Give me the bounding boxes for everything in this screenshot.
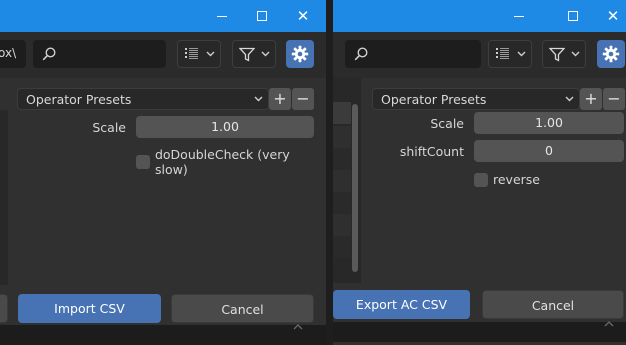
chevron-down-icon <box>206 51 214 57</box>
search-icon <box>42 47 56 61</box>
directory-path-text: ox\ <box>0 46 17 60</box>
left-edge-button[interactable] <box>0 294 8 323</box>
list-item[interactable] <box>333 214 351 236</box>
title-bar: ✕ <box>0 0 326 32</box>
operator-presets-label: Operator Presets <box>381 92 487 107</box>
scale-field[interactable]: 1.00 <box>474 112 624 134</box>
list-item[interactable] <box>333 236 351 258</box>
filter-dropdown[interactable] <box>542 40 586 68</box>
export-ac-csv-button[interactable]: Export AC CSV <box>333 290 470 319</box>
search-input[interactable] <box>345 40 481 68</box>
maximize-button[interactable] <box>553 0 593 32</box>
settings-toggle-button[interactable] <box>286 40 314 68</box>
close-button[interactable]: ✕ <box>283 0 323 32</box>
file-list-edge[interactable] <box>0 110 8 285</box>
display-mode-dropdown[interactable] <box>177 40 221 68</box>
maximize-button[interactable] <box>242 0 282 32</box>
directory-path-field[interactable]: ox\ <box>0 40 26 68</box>
file-list[interactable] <box>333 78 361 283</box>
filter-icon <box>548 47 565 62</box>
cancel-button[interactable]: Cancel <box>171 294 314 323</box>
resize-grip-icon[interactable] <box>603 320 615 328</box>
file-list-scrollbar[interactable] <box>352 104 358 272</box>
remove-preset-button[interactable]: − <box>603 88 625 110</box>
gear-icon <box>291 45 309 63</box>
search-input[interactable] <box>33 40 166 68</box>
add-preset-button[interactable]: + <box>269 88 291 110</box>
double-check-box[interactable] <box>136 155 150 169</box>
import-csv-window: ✕ ox\ Operator Presets + − Scale 1.00 do… <box>0 0 326 345</box>
title-bar: ✕ <box>333 0 626 32</box>
close-icon: ✕ <box>606 6 620 25</box>
file-browser-toolbar <box>333 32 626 78</box>
minimize-button[interactable] <box>202 0 242 32</box>
minimize-button[interactable] <box>499 0 539 32</box>
list-header <box>333 102 351 124</box>
chevron-down-icon <box>565 96 574 102</box>
import-csv-button[interactable]: Import CSV <box>18 294 161 323</box>
minimize-icon <box>514 15 524 17</box>
chevron-down-icon <box>261 51 269 57</box>
minimize-icon <box>217 15 227 17</box>
settings-toggle-button[interactable] <box>597 40 625 68</box>
status-strip <box>0 325 326 345</box>
maximize-icon <box>257 11 267 21</box>
close-button[interactable]: ✕ <box>593 0 626 32</box>
chevron-down-icon <box>571 51 579 57</box>
file-browser-toolbar: ox\ <box>0 32 326 78</box>
maximize-icon <box>568 11 578 21</box>
scale-label: Scale <box>92 120 126 135</box>
resize-grip-icon[interactable] <box>292 323 304 331</box>
search-icon <box>354 47 368 61</box>
scale-label: Scale <box>430 116 464 131</box>
list-item[interactable] <box>333 192 351 214</box>
remove-preset-button[interactable]: − <box>292 88 314 110</box>
list-item[interactable] <box>333 148 351 170</box>
export-ac-csv-window: ✕ Operator Presets + − Scale 1.00 shiftC… <box>333 0 626 345</box>
list-item[interactable] <box>333 126 351 148</box>
operator-presets-dropdown[interactable]: Operator Presets <box>372 88 580 110</box>
chevron-down-icon <box>517 51 525 57</box>
gear-icon <box>602 45 620 63</box>
display-mode-icon <box>495 48 509 59</box>
status-strip <box>333 322 626 342</box>
close-icon: ✕ <box>296 6 310 25</box>
double-check-label: doDoubleCheck (very slow) <box>154 147 290 177</box>
shift-count-label: shiftCount <box>399 144 464 159</box>
scale-field[interactable]: 1.00 <box>136 116 314 138</box>
shift-count-field[interactable]: 0 <box>474 140 624 162</box>
add-preset-button[interactable]: + <box>580 88 602 110</box>
filter-dropdown[interactable] <box>232 40 276 68</box>
chevron-down-icon <box>254 96 263 102</box>
double-check-checkbox[interactable]: doDoubleCheck (very slow) <box>136 147 326 177</box>
reverse-checkbox[interactable]: reverse <box>474 172 540 187</box>
reverse-box[interactable] <box>474 172 488 187</box>
filter-icon <box>238 47 255 62</box>
cancel-button[interactable]: Cancel <box>482 290 624 319</box>
operator-presets-dropdown[interactable]: Operator Presets <box>17 88 269 110</box>
list-item[interactable] <box>333 170 351 192</box>
display-mode-dropdown[interactable] <box>488 40 532 68</box>
operator-presets-label: Operator Presets <box>26 92 132 107</box>
reverse-label: reverse <box>493 172 540 187</box>
display-mode-icon <box>184 48 198 59</box>
